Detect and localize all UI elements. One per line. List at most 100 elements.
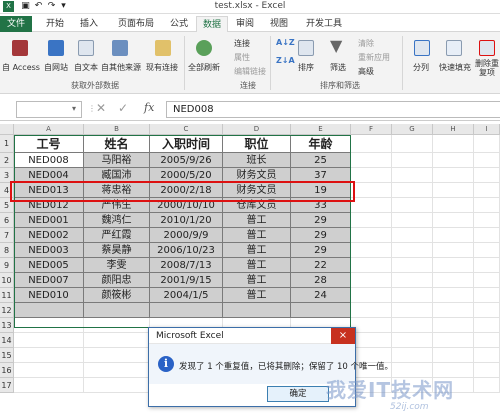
column-header[interactable]: F (351, 124, 392, 135)
table-cell[interactable] (433, 273, 474, 288)
sort-az-icon[interactable]: A↓Z (276, 38, 295, 47)
table-cell[interactable] (474, 135, 500, 153)
row-header[interactable]: 10 (0, 273, 14, 288)
from-access-button[interactable]: 自 Access (2, 62, 40, 73)
table-cell[interactable] (392, 243, 433, 258)
table-cell[interactable] (433, 153, 474, 168)
table-cell[interactable] (433, 243, 474, 258)
column-header[interactable]: D (223, 124, 291, 135)
table-cell[interactable] (392, 153, 433, 168)
row-header[interactable]: 8 (0, 243, 14, 258)
table-cell[interactable] (433, 183, 474, 198)
table-cell[interactable] (392, 303, 433, 318)
table-cell[interactable] (351, 168, 392, 183)
column-header[interactable]: A (14, 124, 84, 135)
formula-input[interactable]: NED008 (166, 101, 500, 118)
existing-connections-button[interactable]: 现有连接 (144, 62, 180, 73)
table-cell[interactable] (474, 348, 500, 363)
enter-icon[interactable]: ✓ (118, 101, 128, 115)
tab-review[interactable]: 审阅 (230, 16, 260, 32)
table-cell[interactable] (433, 135, 474, 153)
table-cell[interactable] (474, 153, 500, 168)
column-header[interactable]: E (291, 124, 351, 135)
table-cell[interactable] (474, 183, 500, 198)
row-header[interactable]: 12 (0, 303, 14, 318)
table-cell[interactable] (351, 273, 392, 288)
table-cell[interactable] (84, 378, 150, 393)
row-header[interactable]: 11 (0, 288, 14, 303)
table-cell[interactable] (433, 333, 474, 348)
row-header[interactable]: 14 (0, 333, 14, 348)
flash-fill-button[interactable]: 快速填充 (436, 62, 474, 73)
table-cell[interactable] (392, 135, 433, 153)
reapply-filter-button[interactable]: 重新应用 (358, 52, 390, 63)
table-cell[interactable] (474, 228, 500, 243)
tab-formulas[interactable]: 公式 (164, 16, 194, 32)
table-cell[interactable] (14, 333, 84, 348)
dialog-close-button[interactable]: × (331, 328, 355, 344)
table-cell[interactable] (392, 258, 433, 273)
table-cell[interactable] (392, 198, 433, 213)
table-cell[interactable] (351, 228, 392, 243)
insert-function-icon[interactable]: fx (144, 101, 154, 114)
from-web-button[interactable]: 自网站 (40, 62, 72, 73)
table-cell[interactable] (474, 258, 500, 273)
from-other-sources-button[interactable]: 自其他来源 (100, 62, 142, 73)
column-header[interactable]: I (474, 124, 500, 135)
name-box-dropdown-icon[interactable]: ▾ (72, 104, 76, 113)
remove-duplicates-button[interactable]: 删除重复项 (474, 59, 500, 77)
row-header[interactable]: 16 (0, 363, 14, 378)
table-cell[interactable] (433, 348, 474, 363)
table-cell[interactable] (433, 303, 474, 318)
table-cell[interactable] (474, 318, 500, 333)
table-cell[interactable] (474, 243, 500, 258)
row-header[interactable]: 13 (0, 318, 14, 333)
table-cell[interactable] (351, 318, 392, 333)
table-cell[interactable] (351, 243, 392, 258)
table-cell[interactable] (474, 378, 500, 393)
table-cell[interactable] (433, 213, 474, 228)
table-cell[interactable] (392, 333, 433, 348)
refresh-all-button[interactable]: 全部刷新 (186, 62, 222, 73)
row-header[interactable]: 7 (0, 228, 14, 243)
edit-links-button[interactable]: 编辑链接 (234, 66, 266, 77)
table-cell[interactable] (392, 318, 433, 333)
table-cell[interactable] (474, 303, 500, 318)
advanced-filter-button[interactable]: 高级 (358, 66, 374, 77)
column-header[interactable]: H (433, 124, 474, 135)
table-cell[interactable] (433, 228, 474, 243)
table-cell[interactable] (351, 183, 392, 198)
table-cell[interactable] (84, 333, 150, 348)
table-cell[interactable] (474, 168, 500, 183)
filter-button[interactable]: 筛选 (326, 62, 350, 73)
row-header[interactable]: 1 (0, 135, 14, 153)
table-cell[interactable] (433, 258, 474, 273)
table-cell[interactable] (351, 153, 392, 168)
sort-button[interactable]: 排序 (294, 62, 318, 73)
table-cell[interactable] (14, 348, 84, 363)
clear-filter-button[interactable]: 清除 (358, 38, 374, 49)
row-header[interactable]: 6 (0, 213, 14, 228)
table-cell[interactable] (392, 183, 433, 198)
table-cell[interactable] (351, 258, 392, 273)
column-header[interactable]: B (84, 124, 150, 135)
table-cell[interactable] (392, 348, 433, 363)
from-text-button[interactable]: 自文本 (70, 62, 102, 73)
table-cell[interactable] (351, 333, 392, 348)
table-cell[interactable] (392, 273, 433, 288)
table-cell[interactable] (474, 198, 500, 213)
select-all-corner[interactable] (0, 124, 14, 135)
tab-page-layout[interactable]: 页面布局 (112, 16, 160, 32)
tab-developer[interactable]: 开发工具 (300, 16, 348, 32)
table-cell[interactable] (433, 288, 474, 303)
table-cell[interactable] (392, 168, 433, 183)
formula-bar-menu-icon[interactable]: ⋮ (88, 104, 96, 113)
tab-insert[interactable]: 插入 (74, 16, 104, 32)
table-cell[interactable] (392, 228, 433, 243)
table-cell[interactable] (351, 198, 392, 213)
table-cell[interactable] (433, 198, 474, 213)
table-cell[interactable] (433, 318, 474, 333)
row-header[interactable]: 15 (0, 348, 14, 363)
row-header[interactable]: 9 (0, 258, 14, 273)
tab-view[interactable]: 视图 (264, 16, 294, 32)
